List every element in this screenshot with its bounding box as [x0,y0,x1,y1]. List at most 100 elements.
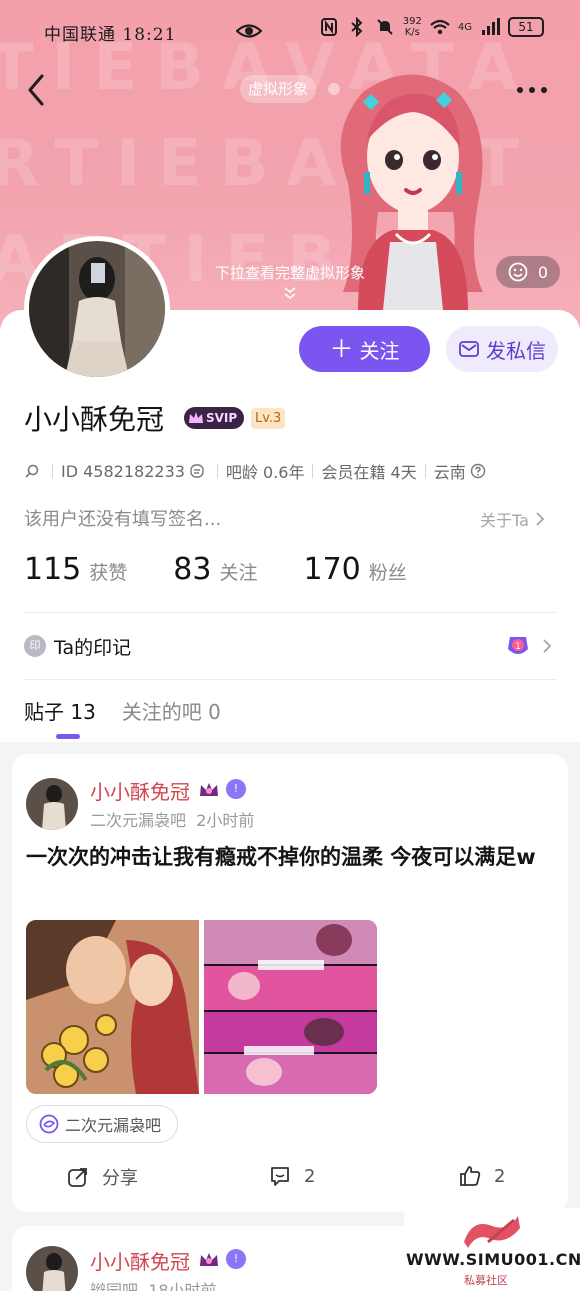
chevron-right-icon [543,639,552,653]
like-button[interactable]: 2 [458,1164,505,1188]
send-message-button[interactable]: 发私信 [446,326,558,372]
mute-bell-icon [377,19,393,35]
copy-icon[interactable] [189,463,205,479]
thumbs-up-icon [460,1166,481,1186]
post-title[interactable]: 一次次的冲击让我有瘾戒不掉你的温柔 今夜可以满足w [26,840,546,874]
user-avatar[interactable] [24,236,170,382]
send-message-label: 发私信 [486,338,546,363]
forum-chip-label: 二次元漏袅吧 [65,1116,162,1135]
forum-logo-icon [39,1114,59,1134]
share-label: 分享 [102,1168,138,1189]
crown-icon [189,412,203,423]
svg-text:1: 1 [515,642,521,652]
username: 小小酥免冠 [24,403,165,436]
user-id[interactable]: ID 4582182233 [61,462,185,481]
avatar-like-count: 0 [537,262,549,282]
stat-following-label: 关注 [219,562,258,584]
net-speed: 392 K/s [403,16,422,38]
forum-chip[interactable]: 二次元漏袅吧 [26,1105,179,1143]
post-image[interactable] [204,920,377,1094]
seal-medal-icon: 1 [508,637,528,654]
purple-crown-icon [200,1253,218,1266]
nfc-icon [320,18,337,36]
share-button[interactable]: 分享 [66,1164,138,1190]
net-speed-value: 392 [402,16,422,27]
bluetooth-icon [351,17,363,37]
post-meta: 辫园吧 18小时前 [90,1277,217,1291]
stat-following[interactable]: 83 关注 [173,552,257,587]
stat-fans[interactable]: 170 粉丝 [303,552,406,587]
location: 云南 [433,463,466,482]
tab-posts[interactable]: 贴子 13 [24,696,96,726]
divider [216,464,218,478]
stat-likes[interactable]: 115 获赞 [24,552,127,587]
stat-fans-count: 170 [303,552,361,587]
signal-icon [482,18,500,35]
like-count: 2 [494,1165,506,1187]
comment-icon [271,1167,289,1186]
follow-button[interactable]: ＋ 关注 [299,326,430,372]
search-small-icon [25,464,39,478]
smile-icon [508,262,528,282]
about-label: 关于Ta [480,511,529,530]
divider [312,464,314,478]
post-author-name[interactable]: 小小酥免冠 [90,776,190,805]
post-image[interactable] [26,920,199,1094]
tab-followed-bars[interactable]: 关注的吧 0 [122,696,221,726]
chevron-right-icon [536,512,545,526]
member-days: 会员在籍 4天 [321,463,417,482]
about-link[interactable]: 关于Ta [480,507,547,531]
tab-posts-label: 贴子 [24,700,64,724]
svip-badge[interactable]: SVIP [184,407,244,429]
post-author-name[interactable]: 小小酥免冠 [90,1246,190,1275]
stat-likes-count: 115 [24,552,82,587]
seal-row[interactable]: 印 Ta的印记 1 [24,630,556,662]
profile-tabs: 贴子 13 关注的吧 0 [24,696,221,726]
share-icon [68,1168,87,1187]
status-indicators: 392 K/s 4G 51 [319,16,544,38]
more-options-icon[interactable] [512,78,552,102]
virtual-avatar-tag[interactable]: 虚拟形象 [240,75,317,103]
seal-label: Ta的印记 [54,637,132,659]
post-image-illustration [26,920,199,1094]
watermark-subtitle: 私募社区 [464,1274,508,1287]
divider-line [24,612,556,613]
level-badge[interactable]: Lv.3 [251,408,286,429]
envelope-icon [459,341,479,357]
tab-bars-label: 关注的吧 [121,700,202,724]
avatar-like-button[interactable]: 0 [496,256,560,288]
user-avatar-photo [29,241,165,377]
wifi-icon [430,19,450,35]
active-tab-indicator [56,734,80,739]
double-chevron-down-icon [284,287,296,300]
status-carrier-time: 中国联通 18:21 [44,25,177,45]
post-author-avatar[interactable] [26,778,78,830]
signal-label: 4G [457,21,472,33]
user-meta-row: ID 4582182233 吧龄 0.6年 会员在籍 4天 云南 [24,460,490,482]
post-time: 18小时前 [148,1281,217,1291]
post-actions: 分享 2 2 [12,1158,568,1194]
watermark-logo-icon [464,1216,520,1248]
post-forum[interactable]: 辫园吧 [90,1281,138,1291]
pull-down-hint: 下拉查看完整虚拟形象 [214,264,365,282]
post-card[interactable]: 小小酥免冠 ! 二次元漏袅吧 2小时前 一次次的冲击让我有瘾戒不掉你的温柔 今夜… [12,754,568,1212]
stat-following-count: 83 [173,552,212,587]
user-signature: 该用户还没有填写签名... [24,509,222,530]
post-author-photo [26,1246,78,1291]
status-bar: 中国联通 18:21 392 K/s 4G 51 [0,0,580,62]
watermark-url: WWW.SIMU001.CN [406,1250,580,1269]
post-author-avatar[interactable] [26,1246,78,1291]
tab-bars-count: 0 [208,700,221,724]
net-speed-unit: K/s [404,27,420,38]
eye-icon [236,24,262,38]
post-author-photo [26,778,78,830]
back-arrow-icon[interactable] [20,70,54,110]
tab-posts-count: 13 [70,700,96,724]
comment-button[interactable]: 2 [268,1164,315,1188]
post-forum[interactable]: 二次元漏袅吧 [90,811,186,830]
post-time: 2小时前 [196,811,255,830]
help-icon[interactable] [470,463,486,479]
battery-indicator: 51 [508,17,544,37]
comment-count: 2 [304,1165,316,1187]
follow-button-label: 关注 [359,338,400,363]
